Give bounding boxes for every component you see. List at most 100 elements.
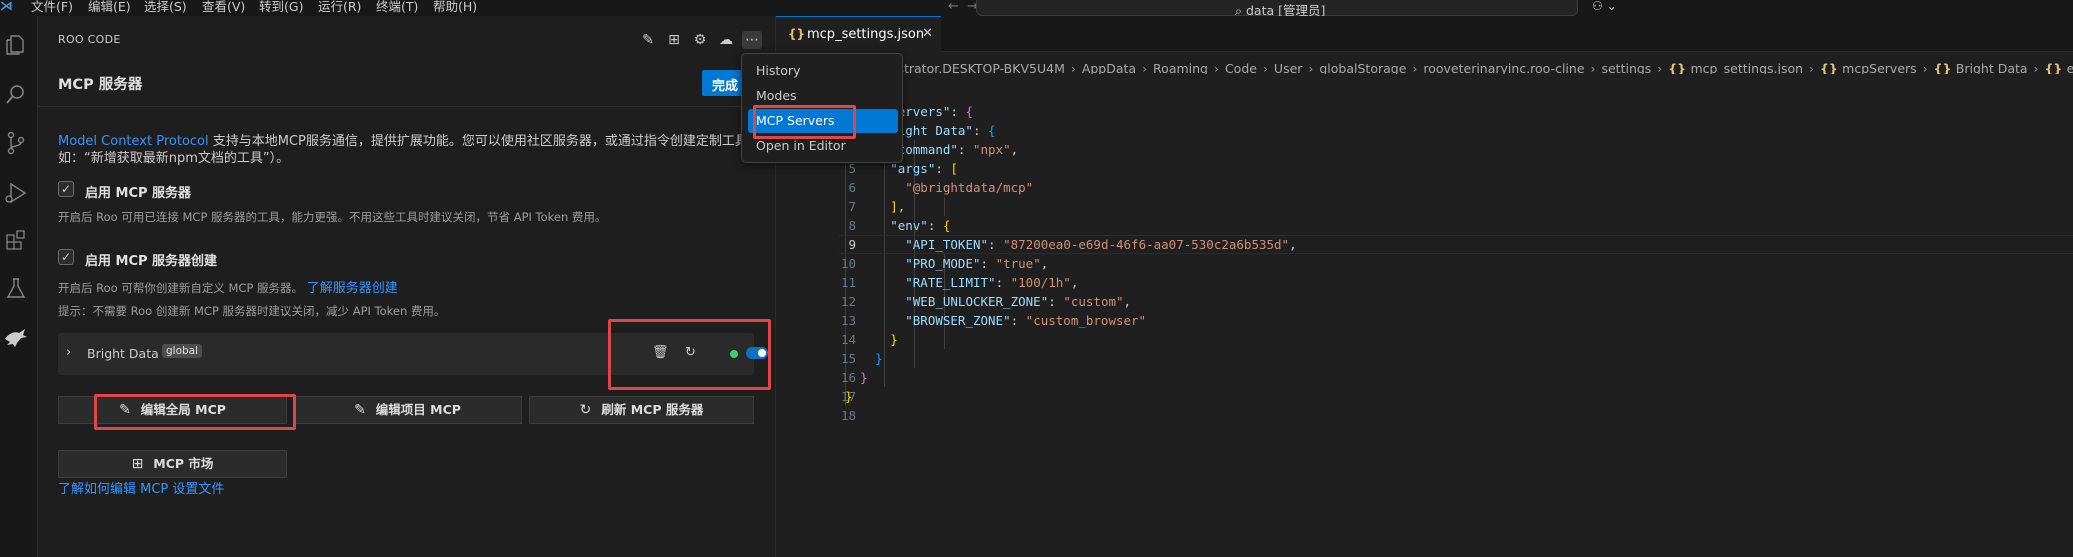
- edit-project-mcp-button[interactable]: ✎ 编辑项目 MCP: [293, 396, 522, 424]
- line-number: 16: [840, 370, 856, 385]
- code-line[interactable]: 10 "PRO_MODE": "true",: [776, 254, 2073, 273]
- line-number: 10: [840, 256, 856, 271]
- learn-edit-settings-link[interactable]: 了解如何编辑 MCP 设置文件: [58, 478, 224, 497]
- menu-selection[interactable]: 选择(S): [144, 0, 187, 14]
- code-line[interactable]: 13 "BROWSER_ZONE": "custom_browser": [776, 311, 2073, 330]
- scope-badge: global: [162, 344, 203, 358]
- menu-run[interactable]: 运行(R): [318, 0, 361, 14]
- editor-tab-bar: {} mcp_settings.json ✕: [776, 16, 2073, 52]
- code-line[interactable]: 14 }: [776, 330, 2073, 349]
- line-number: 17: [840, 389, 856, 404]
- code-text: "RATE_LIMIT": "100/1h",: [905, 275, 1079, 290]
- line-number: 14: [840, 332, 856, 347]
- marketplace-icon[interactable]: ⊞: [664, 31, 684, 49]
- roo-code-panel: ROO CODE ✎ ⊞ ⚙ ☁ ⋯ MCP 服务器 完成 Model Cont…: [38, 16, 776, 557]
- line-number: 11: [840, 275, 856, 290]
- activity-bar: [0, 16, 38, 557]
- code-line[interactable]: 3 "Bright Data": {: [776, 121, 2073, 140]
- line-number: 15: [840, 351, 856, 366]
- code-text: ],: [890, 199, 906, 214]
- refresh-mcp-label: 刷新 MCP 服务器: [601, 402, 704, 417]
- refresh-icon: ↻: [579, 402, 592, 418]
- line-number: 7: [848, 199, 856, 214]
- enable-create-checkbox[interactable]: ✓: [58, 249, 74, 265]
- gear-icon[interactable]: ⚙: [690, 31, 710, 49]
- done-button[interactable]: 完成: [702, 70, 742, 96]
- code-line[interactable]: 6 "@brightdata/mcp": [776, 178, 2073, 197]
- explorer-icon[interactable]: [2, 31, 30, 59]
- tab-mcp-settings[interactable]: {} mcp_settings.json ✕: [776, 16, 941, 52]
- line-number: 9: [848, 237, 856, 252]
- code-line[interactable]: 9 "API_TOKEN": "87200ea0-e69d-46f6-aa07-…: [776, 235, 2073, 254]
- mcp-protocol-link[interactable]: Model Context Protocol: [58, 134, 209, 149]
- menu-help[interactable]: 帮助(H): [433, 0, 477, 14]
- code-line[interactable]: 1{: [776, 83, 2073, 102]
- code-line[interactable]: 17}: [776, 387, 2073, 406]
- code-line[interactable]: 18: [776, 406, 2073, 425]
- tab-label: mcp_settings.json: [807, 27, 925, 42]
- enable-create-hint-row: 开启后 Roo 可帮你创建新自定义 MCP 服务器。 了解服务器创建: [58, 277, 398, 296]
- source-control-icon[interactable]: [2, 129, 30, 157]
- code-text: }: [845, 389, 853, 404]
- edit-project-mcp-label: 编辑项目 MCP: [375, 402, 461, 417]
- cloud-icon[interactable]: ☁: [716, 31, 736, 49]
- menu-terminal[interactable]: 终端(T): [376, 0, 418, 14]
- pencil-icon[interactable]: ✎: [638, 31, 658, 49]
- line-number: 8: [848, 218, 856, 233]
- command-center[interactable]: ⌕ data [管理员]: [976, 0, 1578, 18]
- highlight-box-mcp-servers: [753, 105, 856, 139]
- menu-view[interactable]: 查看(V): [202, 0, 245, 14]
- code-line[interactable]: 15 }: [776, 349, 2073, 368]
- enable-mcp-label: 启用 MCP 服务器: [85, 186, 192, 201]
- more-actions-icon[interactable]: ⋯: [742, 31, 762, 49]
- code-text: "env": {: [890, 218, 951, 233]
- testing-icon[interactable]: [2, 274, 30, 302]
- chevron-right-icon[interactable]: ›: [66, 345, 71, 360]
- roo-code-icon[interactable]: [2, 323, 30, 351]
- menu-item-history[interactable]: History: [748, 59, 898, 83]
- code-text: }: [875, 351, 883, 366]
- code-line[interactable]: 5 "args": [: [776, 159, 2073, 178]
- code-editor[interactable]: 1{2 "mcpServers": {3 "Bright Data": {4 "…: [776, 74, 2073, 557]
- menu-file[interactable]: 文件(F): [31, 0, 73, 14]
- create-tip: 提示：不需要 Roo 创建新 MCP 服务器时建议关闭，减少 API Token…: [58, 304, 446, 318]
- refresh-mcp-button[interactable]: ↻ 刷新 MCP 服务器: [529, 396, 754, 424]
- enable-mcp-checkbox[interactable]: ✓: [58, 181, 74, 197]
- enable-mcp-hint: 开启后 Roo 可用已连接 MCP 服务器的工具，能力更强。不用这些工具时建议关…: [58, 210, 607, 224]
- menu-go[interactable]: 转到(G): [259, 0, 303, 14]
- menubar: ⋊ 文件(F) 编辑(E) 选择(S) 查看(V) 转到(G) 运行(R) 终端…: [0, 0, 2073, 18]
- run-debug-icon[interactable]: [2, 179, 30, 207]
- line-number: 18: [840, 408, 856, 423]
- vscode-logo-icon: ⋊: [0, 0, 13, 14]
- code-line[interactable]: 8 "env": {: [776, 216, 2073, 235]
- code-text: "API_TOKEN": "87200ea0-e69d-46f6-aa07-53…: [905, 237, 1297, 252]
- back-arrow-icon[interactable]: ←: [948, 0, 959, 14]
- code-text: "WEB_UNLOCKER_ZONE": "custom",: [905, 294, 1132, 309]
- menu-edit[interactable]: 编辑(E): [88, 0, 131, 14]
- server-name: Bright Data: [87, 346, 159, 361]
- mcp-market-button[interactable]: ⊞ MCP 市场: [58, 450, 287, 478]
- extensions-icon[interactable]: [2, 226, 30, 254]
- code-line[interactable]: 12 "WEB_UNLOCKER_ZONE": "custom",: [776, 292, 2073, 311]
- nav-arrows: ← →: [948, 0, 978, 13]
- code-line[interactable]: 11 "RATE_LIMIT": "100/1h",: [776, 273, 2073, 292]
- learn-server-creation-link[interactable]: 了解服务器创建: [307, 281, 398, 296]
- code-line[interactable]: 2 "mcpServers": {: [776, 102, 2073, 121]
- divider: [38, 106, 776, 107]
- search-icon[interactable]: [2, 81, 30, 109]
- marketplace-icon: ⊞: [131, 456, 144, 472]
- code-line[interactable]: 4 "command": "npx",: [776, 140, 2073, 159]
- code-text: "BROWSER_ZONE": "custom_browser": [905, 313, 1147, 328]
- line-number: 13: [840, 313, 856, 328]
- code-text: }: [890, 332, 898, 347]
- code-line[interactable]: 7 ],: [776, 197, 2073, 216]
- mcp-market-label: MCP 市场: [153, 456, 214, 471]
- enable-create-hint: 开启后 Roo 可帮你创建新自定义 MCP 服务器。: [58, 281, 304, 295]
- description: Model Context Protocol 支持与本地MCP服务通信，提供扩展…: [58, 133, 778, 167]
- code-text: "PRO_MODE": "true",: [905, 256, 1049, 271]
- code-line[interactable]: 16 }: [776, 368, 2073, 387]
- breadcrumb: istrator.DESKTOP-BKV5U4M › AppData › Roa…: [776, 52, 2073, 76]
- highlight-box-server-controls: [608, 319, 771, 390]
- close-icon[interactable]: ✕: [922, 26, 933, 41]
- copilot-icon[interactable]: ⚇ ⌄: [1592, 0, 1617, 13]
